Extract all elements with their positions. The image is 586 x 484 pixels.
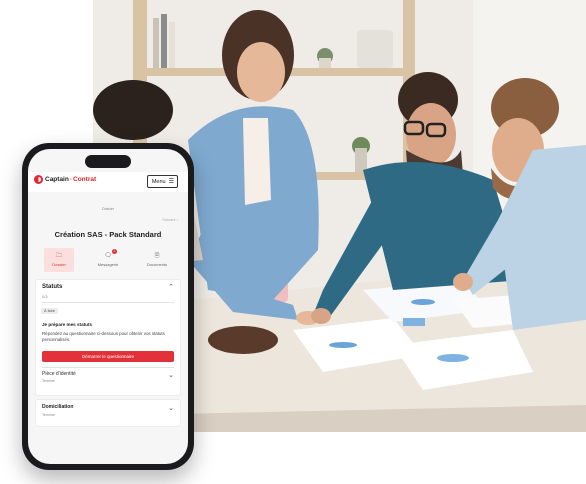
start-questionnaire-button[interactable]: Démarrer le questionnaire [42, 351, 174, 362]
notification-badge: 2 [112, 249, 117, 254]
tab-bar: 🗀 Dossier 🗨 2 Messagerie 🗎 Documents [44, 248, 172, 272]
tab-dossier[interactable]: 🗀 Dossier [44, 248, 74, 272]
tab-label: Documents [146, 262, 168, 267]
chat-icon: 🗨 [104, 253, 112, 259]
piece-identite-status: Terminé [42, 379, 55, 383]
progress-count: 0/3 [42, 294, 48, 299]
tab-label: Messagerie [97, 262, 119, 267]
next-link[interactable]: Suivant › [162, 217, 178, 222]
menu-label: Menu [151, 178, 166, 185]
divider [42, 367, 174, 368]
brand-logo[interactable]: Captain · Contrat [34, 175, 96, 184]
statuts-title: Statuts [42, 284, 63, 290]
divider [42, 302, 174, 303]
brand-second: Contrat [73, 176, 97, 183]
domiciliation-status: Terminé [42, 413, 55, 417]
tab-documents[interactable]: 🗎 Documents [142, 248, 172, 272]
folder-icon: 🗀 [55, 253, 62, 259]
brand-first: Captain [45, 176, 69, 183]
piece-identite-title[interactable]: Pièce d'identité [42, 371, 76, 377]
chevron-right-icon: › [176, 217, 178, 222]
domiciliation-title: Domiciliation [42, 404, 74, 410]
chevron-down-icon[interactable]: ⌄ [168, 372, 174, 379]
status-badge: À faire [41, 308, 58, 314]
hamburger-icon: ☰ [168, 179, 174, 185]
document-icon: 🗎 [154, 253, 160, 259]
logo-mark-icon [34, 175, 43, 184]
chevron-down-icon[interactable]: ⌄ [168, 405, 174, 412]
domiciliation-panel[interactable]: Domiciliation Terminé ⌄ [35, 399, 181, 427]
section-heading: Je prépare mes statuts [42, 322, 93, 327]
chevron-up-icon[interactable]: ⌃ [168, 284, 174, 291]
phone-notch [85, 155, 131, 168]
tab-messagerie[interactable]: 🗨 2 Messagerie [93, 248, 123, 272]
next-label: Suivant [162, 217, 176, 222]
tab-label: Dossier [52, 262, 66, 267]
section-description: Répondez au questionnaire ci-dessous pou… [42, 331, 165, 342]
menu-button[interactable]: Menu ☰ [146, 175, 178, 188]
phone-mockup: Captain · Contrat Menu ☰ Dossier Suivant… [22, 143, 194, 470]
page-title: Création SAS - Pack Standard [54, 230, 162, 239]
brand-separator: · [69, 176, 73, 183]
breadcrumb: Dossier [102, 207, 114, 211]
statuts-panel: Statuts ⌃ 0/3 À faire Je prépare mes sta… [35, 279, 181, 396]
phone-screen: Captain · Contrat Menu ☰ Dossier Suivant… [28, 149, 188, 464]
app-header: Captain · Contrat Menu ☰ [28, 172, 188, 192]
